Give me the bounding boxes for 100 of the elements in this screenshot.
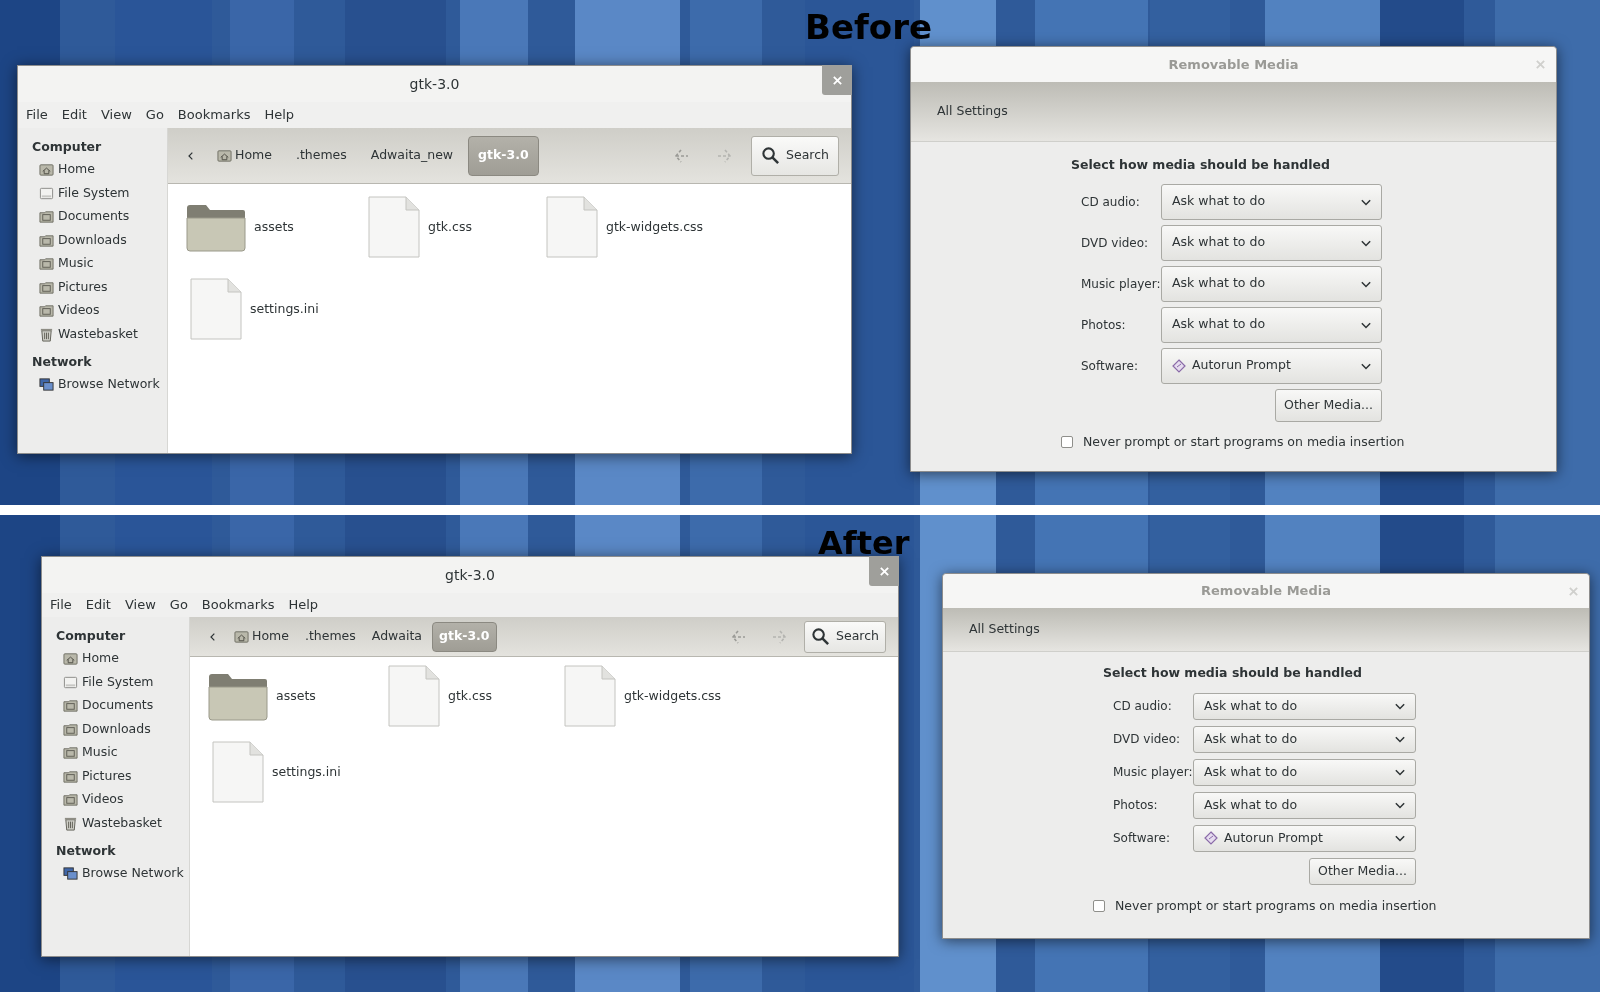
sidebar-item[interactable]: Browse Network <box>56 862 189 886</box>
close-icon[interactable] <box>1568 585 1579 597</box>
sidebar-item[interactable]: Downloads <box>32 228 167 252</box>
field-label: Music player: <box>1080 275 1161 293</box>
dropdown[interactable]: Ask what to do <box>1193 791 1416 819</box>
field-label: CD audio: <box>1080 193 1141 211</box>
directory-entry[interactable]: settings.ini <box>208 741 384 803</box>
search-button[interactable]: Search <box>804 620 886 653</box>
diamond-icon <box>1204 831 1218 846</box>
dropdown[interactable]: Ask what to do <box>1193 725 1416 753</box>
close-button[interactable] <box>869 556 899 586</box>
field-label: CD audio: <box>1112 698 1173 716</box>
home-folder-icon <box>234 629 249 644</box>
menu-item[interactable]: Help <box>264 105 295 125</box>
dropdown[interactable]: Ask what to do <box>1193 758 1416 786</box>
dropdown[interactable]: Ask what to do <box>1193 692 1416 720</box>
sidebar-item[interactable]: Music <box>32 252 167 276</box>
other-media-button[interactable]: Other Media... <box>1309 857 1416 885</box>
sidebar-item[interactable]: Videos <box>56 788 189 812</box>
caret-icon <box>1395 800 1405 811</box>
path-button[interactable]: Adwaita <box>365 621 428 652</box>
sidebar-item[interactable]: Music <box>56 741 189 765</box>
sidebar-heading: Network <box>32 352 93 371</box>
dropdown[interactable]: Ask what to do <box>1161 265 1382 302</box>
sidebar-item[interactable]: Home <box>56 647 189 671</box>
menu-item[interactable]: View <box>100 105 132 125</box>
path-button[interactable]: Adwaita_new <box>361 135 463 176</box>
sidebar-item[interactable]: Documents <box>56 694 189 718</box>
dropdown[interactable]: Autorun Prompt <box>1193 824 1416 852</box>
checkbox-label: Never prompt or start programs on media insertion <box>1083 432 1405 451</box>
window-title: Removable Media <box>1201 582 1331 601</box>
dropdown[interactable]: Ask what to do <box>1161 224 1382 261</box>
directory-entry[interactable]: gtk-widgets.css <box>542 196 720 258</box>
window-title: Removable Media <box>1168 55 1299 74</box>
network-icon <box>63 866 78 882</box>
file-icon <box>546 196 598 258</box>
menu-item[interactable]: Edit <box>61 105 87 125</box>
path-button[interactable]: .themes <box>286 135 356 176</box>
dropdown[interactable]: Ask what to do <box>1161 306 1382 343</box>
menu-item[interactable]: Go <box>145 105 164 125</box>
directory-entry[interactable]: gtk.css <box>384 665 560 727</box>
directory-entry[interactable]: assets <box>186 196 364 258</box>
path-button[interactable]: .themes <box>298 621 362 652</box>
close-icon <box>831 74 843 86</box>
menu-item[interactable]: View <box>124 595 156 615</box>
sidebar-item[interactable]: Home <box>32 158 167 182</box>
directory-entry[interactable]: assets <box>208 665 384 727</box>
other-media-button[interactable]: Other Media... <box>1275 388 1382 422</box>
folder-icon <box>63 698 78 714</box>
menu-item[interactable]: Go <box>169 595 188 615</box>
drive-icon <box>39 185 54 201</box>
directory-entry[interactable]: settings.ini <box>186 278 364 340</box>
folder-icon <box>39 232 54 248</box>
all-settings-button[interactable]: All Settings <box>969 620 1040 639</box>
caret-icon <box>1395 734 1405 745</box>
field-label: Software: <box>1080 357 1139 375</box>
field-label: Photos: <box>1112 797 1159 815</box>
sidebar-item[interactable]: Browse Network <box>32 373 167 397</box>
close-button[interactable] <box>822 65 852 95</box>
search-icon <box>761 146 781 165</box>
directory-entry[interactable]: gtk.css <box>364 196 542 258</box>
file-icon <box>368 196 420 258</box>
sidebar-item[interactable]: Pictures <box>32 275 167 299</box>
checkbox[interactable] <box>1061 436 1073 449</box>
sidebar-item[interactable]: Pictures <box>56 764 189 788</box>
sidebar-item[interactable]: Wastebasket <box>56 811 189 835</box>
trash-icon <box>63 815 78 831</box>
sidebar-heading: Network <box>56 841 117 860</box>
sidebar-item[interactable]: Wastebasket <box>32 322 167 346</box>
sidebar-heading: Computer <box>56 626 127 645</box>
close-icon[interactable] <box>1535 59 1546 70</box>
home-folder-icon <box>217 148 232 163</box>
directory-entry[interactable]: gtk-widgets.css <box>560 665 736 727</box>
search-button[interactable]: Search <box>751 135 839 176</box>
chevron-left-icon <box>209 632 217 641</box>
menu-item[interactable]: Help <box>288 595 319 615</box>
folder-icon <box>39 279 54 295</box>
sidebar-item[interactable]: Documents <box>32 205 167 229</box>
dropdown[interactable]: Ask what to do <box>1161 183 1382 220</box>
menu-item[interactable]: File <box>26 105 48 125</box>
checkbox[interactable] <box>1093 900 1105 913</box>
path-button[interactable]: Home <box>208 135 281 176</box>
sidebar-item[interactable]: File System <box>56 670 189 694</box>
checkbox-label: Never prompt or start programs on media insertion <box>1115 896 1437 915</box>
folder-icon <box>63 721 78 737</box>
menu-item[interactable]: Edit <box>85 595 111 615</box>
trash-icon <box>39 326 54 342</box>
sidebar-item[interactable]: Downloads <box>56 717 189 741</box>
path-button[interactable]: Home <box>228 621 295 652</box>
sidebar-heading: Computer <box>32 137 103 156</box>
field-label: Photos: <box>1080 316 1127 334</box>
section-heading: Select how media should be handled <box>1071 156 1331 174</box>
sidebar-item[interactable]: File System <box>32 181 167 205</box>
menu-item[interactable]: File <box>50 595 72 615</box>
sidebar-item[interactable]: Videos <box>32 299 167 323</box>
file-icon <box>190 278 242 340</box>
dropdown[interactable]: Autorun Prompt <box>1161 347 1382 384</box>
menu-item[interactable]: Bookmarks <box>201 595 275 615</box>
menu-item[interactable]: Bookmarks <box>177 105 251 125</box>
all-settings-button[interactable]: All Settings <box>937 102 1008 121</box>
